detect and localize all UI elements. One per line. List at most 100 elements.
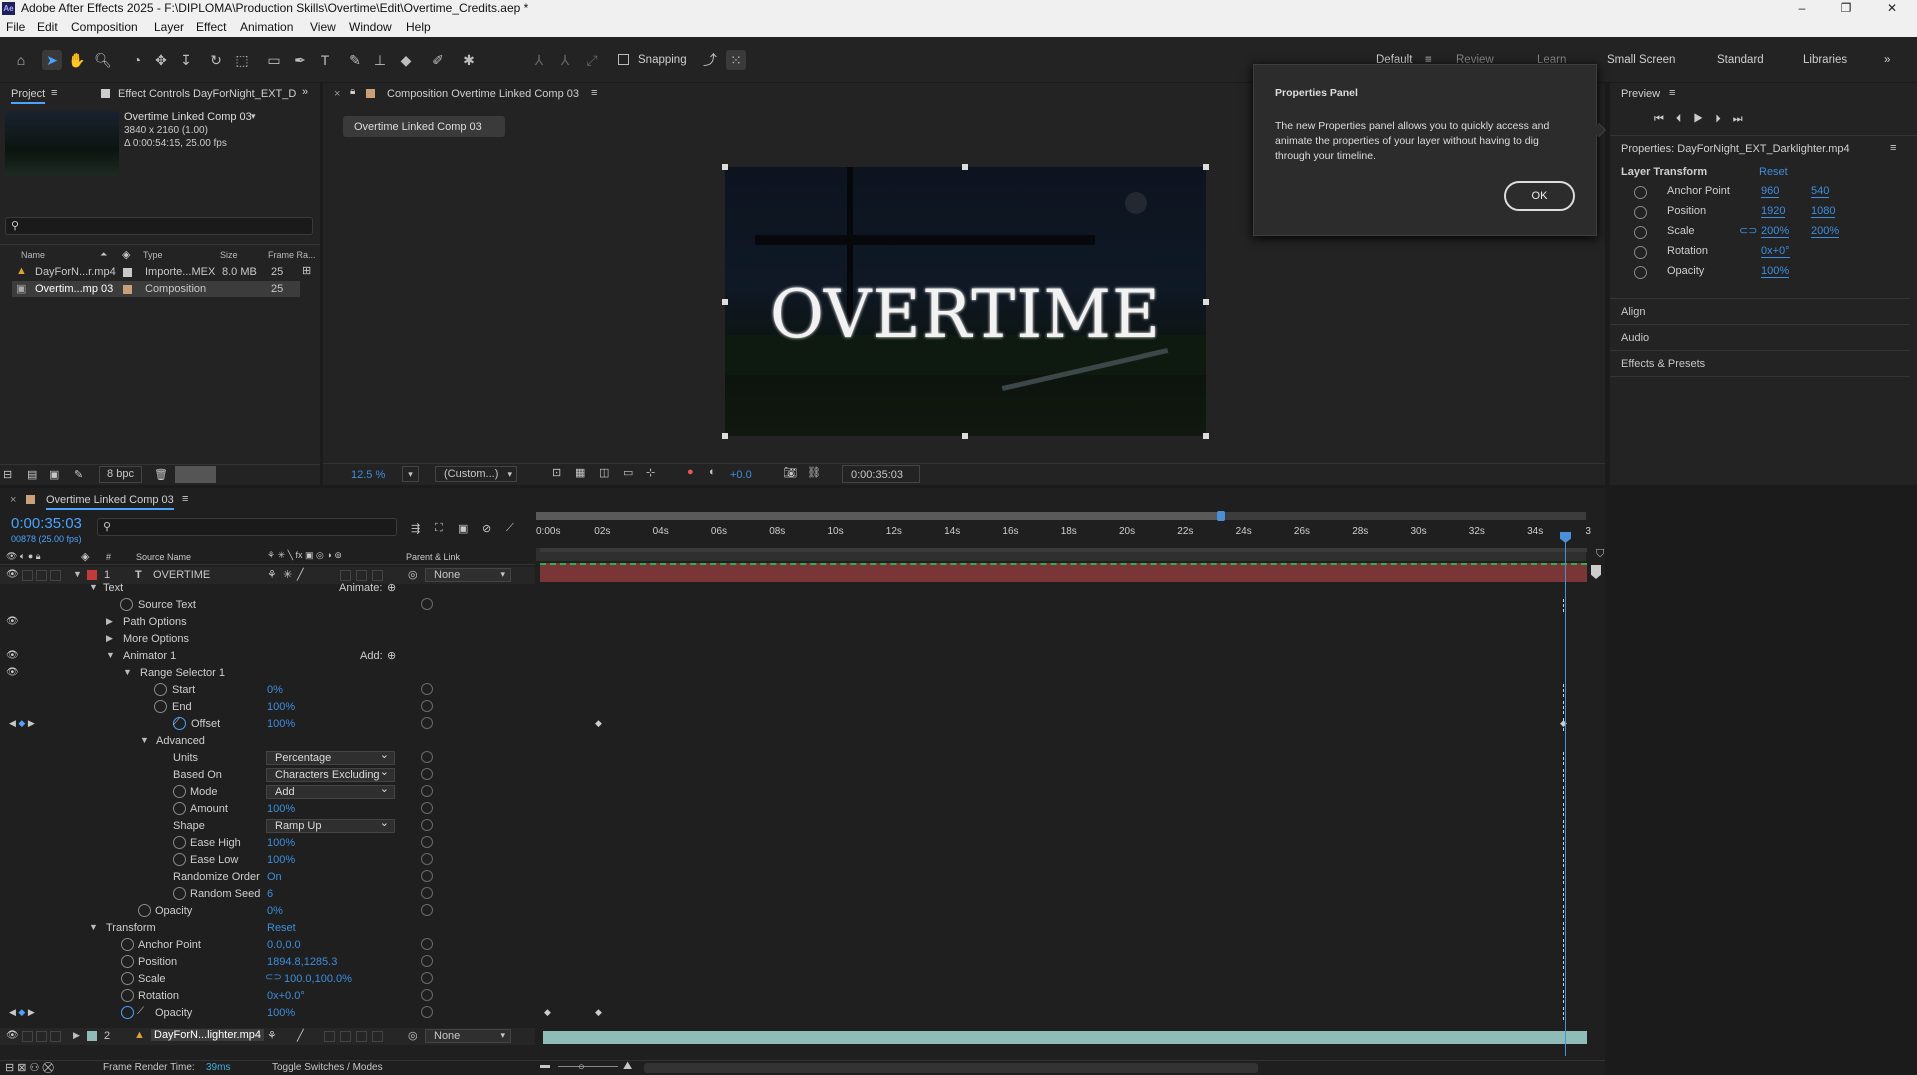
zoom-tool-icon[interactable]: 🔍︎ [93,50,113,70]
stopwatch-icon[interactable] [1634,206,1647,219]
expression-pickwhip-icon[interactable] [421,1006,433,1018]
keyframe-track[interactable] [540,597,1587,614]
property-row-scale[interactable]: Scale ⊂⊃ 100.0,100.0% [0,971,535,988]
motion-blur-switch[interactable] [340,1031,351,1042]
tab-timeline[interactable]: Overtime Linked Comp 03 [46,494,174,510]
keyframe-track[interactable] [540,699,1587,716]
keyframe-track[interactable]: ◆ ◆ [540,1005,1587,1022]
expression-pickwhip-icon[interactable] [421,836,433,848]
first-frame-icon[interactable]: ⏮ [1654,113,1676,125]
expression-pickwhip-icon[interactable] [421,700,433,712]
pen-tool-icon[interactable]: ✒ [290,50,310,70]
property-row-rand-order[interactable]: Randomize Order On [0,869,535,886]
resolution-dropdown[interactable]: (Custom...) ▾ [435,466,517,482]
property-value[interactable]: 100% [267,1007,295,1019]
minimize-icon[interactable]: – [1782,0,1822,17]
type-tool-icon[interactable]: T [315,50,335,70]
channels-icon[interactable]: ● [687,466,694,478]
workspace-standard[interactable]: Standard [1717,54,1764,66]
expression-pickwhip-icon[interactable] [421,887,433,899]
3d-switch[interactable] [372,1031,383,1042]
property-row-anchor[interactable]: Anchor Point 0.0,0.0 [0,937,535,954]
keyframe-track[interactable] [540,614,1587,631]
clone-stamp-tool-icon[interactable]: ⊥ [370,50,390,70]
transform-handle[interactable] [1203,164,1209,170]
workspace-overflow-icon[interactable]: » [1884,54,1890,66]
pan-tool-icon[interactable]: ✥ [151,50,171,70]
menu-composition[interactable]: Composition [71,20,138,34]
menu-help[interactable]: Help [406,20,431,34]
col-frame-rate[interactable]: Frame Ra... [268,250,316,260]
preview-menu-icon[interactable]: ≡ [1669,87,1675,99]
comp-breadcrumb[interactable]: Overtime Linked Comp 03 [343,116,505,137]
expression-pickwhip-icon[interactable] [421,717,433,729]
project-item-row[interactable]: ▲ DayForN...r.mp4 Importe...MEX 8.0 MB 2… [0,264,311,280]
expand-icon[interactable]: ▶ [106,616,113,627]
keyframe-track[interactable] [540,580,1587,597]
brush-tool-icon[interactable]: ✎ [345,50,365,70]
workspace-libraries[interactable]: Libraries [1803,54,1847,66]
keyframe[interactable]: ◆ [544,1007,551,1018]
col-source-name[interactable]: Source Name [136,552,191,562]
section-audio[interactable]: Audio [1621,332,1649,344]
visibility-icon[interactable]: 👁︎ [6,1030,19,1041]
parent-dropdown[interactable]: None ▾ [425,1029,511,1043]
tab-preview[interactable]: Preview [1621,88,1660,100]
project-item-row[interactable]: ▣ Overtim...mp 03 Composition 25 [12,281,300,297]
property-row-position[interactable]: Position 1894.8,1285.3 [0,954,535,971]
stopwatch-icon[interactable] [173,802,186,815]
prev-frame-icon[interactable]: ⏴ [1676,113,1694,125]
menu-animation[interactable]: Animation [240,20,293,34]
rotate-tool-icon[interactable]: ↻ [206,50,226,70]
layer-2-bar[interactable] [543,1031,1587,1044]
keyframe-track[interactable] [540,818,1587,835]
frame-blending-icon[interactable]: ⊘ [482,522,491,535]
layer-transform-reset[interactable]: Reset [1759,166,1788,178]
property-row-rand-seed[interactable]: Random Seed 6 [0,886,535,903]
pick-whip-icon[interactable]: ◎ [408,1029,418,1042]
expression-pickwhip-icon[interactable] [421,853,433,865]
keyframe-track[interactable] [540,733,1587,750]
new-composition-icon[interactable]: ▣ [49,468,59,481]
expression-pickwhip-icon[interactable] [421,683,433,695]
property-dropdown[interactable]: Characters Excluding [266,766,395,782]
graph-icon[interactable]: ⟋ [137,1006,144,1017]
expression-pickwhip-icon[interactable] [421,870,433,882]
play-icon[interactable]: ▶ [1693,113,1715,125]
stopwatch-icon[interactable] [173,836,186,849]
stopwatch-icon[interactable] [1634,266,1647,279]
property-dropdown[interactable]: Add [266,783,395,799]
property-row-source-text[interactable]: Source Text [0,597,535,614]
audio-switch[interactable] [22,1031,33,1042]
last-frame-icon[interactable]: ⏭ [1733,113,1755,125]
constrain-link-icon[interactable]: ⊂⊃ [265,972,282,983]
expression-pickwhip-icon[interactable] [421,904,433,916]
property-row-animator[interactable]: 👁︎ ▼ Animator 1 Add: ⊕ [0,648,535,665]
keyframe-track[interactable] [540,852,1587,869]
col-parent-link[interactable]: Parent & Link [406,552,460,562]
stopwatch-icon[interactable] [121,1006,134,1019]
transform-handle[interactable] [722,433,728,439]
property-row-rotation[interactable]: Rotation 0x+0.0° [0,988,535,1005]
transform-handle[interactable] [722,299,728,305]
menu-effect[interactable]: Effect [196,20,226,34]
property-value[interactable]: 0x+0.0° [267,990,305,1002]
zoom-dropdown-icon[interactable]: ▾ [402,466,419,482]
keyframe-nav-icon[interactable]: ◀ ◆ ▶ [9,1007,35,1018]
visibility-icon[interactable]: 👁︎ [6,569,19,580]
comp-viewer[interactable]: OVERTIME [725,167,1206,436]
keyframe-track[interactable] [540,665,1587,682]
zoom-out-icon[interactable]: ▬ [540,1060,550,1071]
region-icon[interactable]: ⊡ [552,466,561,479]
next-frame-icon[interactable]: ⏵ [1715,113,1733,125]
menu-window[interactable]: Window [349,20,392,34]
layer-name[interactable]: DayForN...lighter.mp4 [151,1029,264,1041]
adjust-icon[interactable]: ✎ [74,468,83,481]
zoom-in-icon[interactable]: ⛰ [623,1060,632,1073]
new-folder-icon[interactable]: ▤ [27,468,37,481]
project-search-input[interactable]: ⚲ [5,217,313,235]
close-icon[interactable]: ✕ [1872,0,1912,17]
property-row-range[interactable]: 👁︎ ▼ Range Selector 1 [0,665,535,682]
property-value[interactable]: 100% [267,803,295,815]
lock-switch[interactable] [50,1031,61,1042]
